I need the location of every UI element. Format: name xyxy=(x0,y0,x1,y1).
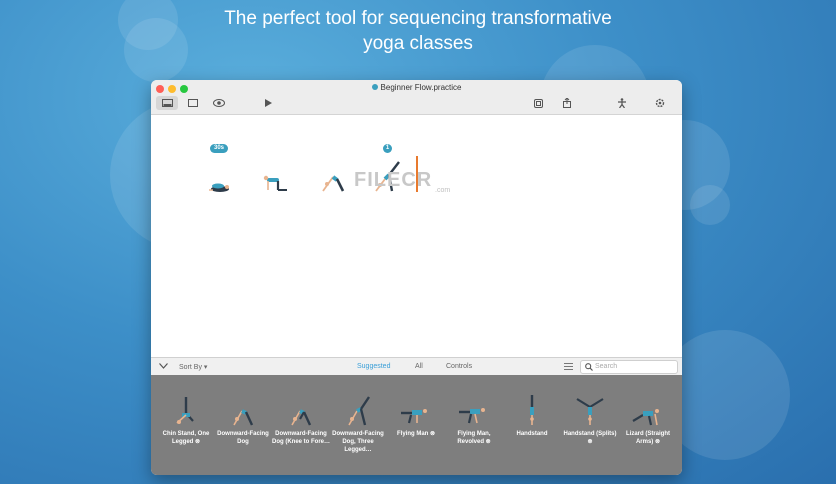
pose-label: Flying Man, Revolved ⊗ xyxy=(457,431,491,445)
pose-label: Flying Man ⊗ xyxy=(396,431,436,437)
library-pose-downward-dog[interactable]: Downward-Facing Dog xyxy=(214,375,272,475)
three-legged-dog-figure xyxy=(348,396,370,426)
pose-label: Downward-Facing Dog (Knee to Fore… xyxy=(272,431,330,445)
eye-icon xyxy=(213,99,225,107)
headline-line-2: yoga classes xyxy=(363,33,473,54)
handstand-figure xyxy=(530,395,534,425)
sequence-canvas[interactable]: 30s 1 FILECR .com xyxy=(151,115,682,357)
pose-label: Downward-Facing Dog, Three Legged… xyxy=(332,431,384,453)
preview-button[interactable] xyxy=(208,96,230,110)
library-pose-flying-man[interactable]: Flying Man ⊗ xyxy=(387,375,445,475)
headline: The perfect tool for sequencing transfor… xyxy=(0,6,836,56)
downward-dog-figure xyxy=(233,409,254,426)
search-placeholder: Search xyxy=(595,363,618,370)
search-field[interactable]: Search xyxy=(580,360,678,374)
chevron-down-icon[interactable] xyxy=(159,363,168,369)
list-view-icon[interactable] xyxy=(564,363,573,370)
library-pose-handstand[interactable]: Handstand xyxy=(503,375,561,475)
filter-bar: Sort By ▾ Suggested All Controls Search xyxy=(151,357,682,376)
share-button[interactable] xyxy=(556,96,578,110)
headline-line-1: The perfect tool for sequencing transfor… xyxy=(224,8,612,29)
export-icon xyxy=(533,98,543,108)
play-icon xyxy=(265,99,272,107)
tab-suggested[interactable]: Suggested xyxy=(357,363,390,370)
share-icon xyxy=(563,98,571,108)
flying-man-figure xyxy=(401,409,427,424)
square-icon xyxy=(188,99,198,107)
library-pose-three-legged-dog[interactable]: Downward-Facing Dog, Three Legged… xyxy=(329,375,387,475)
tabletop-pose-figure[interactable] xyxy=(261,173,291,193)
pose-label: Chin Stand, One Legged ⊗ xyxy=(162,431,210,445)
play-button[interactable] xyxy=(257,96,279,110)
settings-icon xyxy=(655,98,665,108)
library-pose-flying-man-revolved[interactable]: Flying Man, Revolved ⊗ xyxy=(445,375,503,475)
sidebar-icon xyxy=(161,99,173,107)
sidebar-toggle-button[interactable] xyxy=(156,96,178,110)
search-icon xyxy=(585,363,593,371)
single-view-button[interactable] xyxy=(182,96,204,110)
pose-label: Handstand (Splits) ⊗ xyxy=(563,431,617,445)
chin-stand-figure xyxy=(176,397,194,424)
duration-badge[interactable]: 30s xyxy=(210,144,228,153)
pose-label: Handstand xyxy=(516,431,548,437)
tab-all[interactable]: All xyxy=(415,363,423,370)
tab-controls[interactable]: Controls xyxy=(446,363,472,370)
lizard-figure xyxy=(632,409,659,426)
downward-dog-knee-figure xyxy=(291,409,312,426)
child-pose-figure[interactable] xyxy=(207,177,233,193)
watermark-suffix: .com xyxy=(435,187,451,194)
pose-library: Chin Stand, One Legged ⊗ Downward-Facing… xyxy=(151,375,682,475)
document-icon xyxy=(371,84,378,90)
downward-dog-pose-figure[interactable] xyxy=(319,169,347,193)
figure-icon xyxy=(618,98,626,108)
window-title-wrap: Beginner Flow.practice xyxy=(151,83,682,92)
window-title: Beginner Flow.practice xyxy=(380,83,462,92)
library-pose-handstand-splits[interactable]: Handstand (Splits) ⊗ xyxy=(561,375,619,475)
handstand-splits-figure xyxy=(576,398,604,425)
library-pose-lizard[interactable]: Lizard (Straight Arms) ⊗ xyxy=(619,375,677,475)
settings-button[interactable] xyxy=(649,96,671,110)
sort-by-dropdown[interactable]: Sort By ▾ xyxy=(179,363,207,371)
figure-button[interactable] xyxy=(611,96,633,110)
pose-label: Lizard (Straight Arms) ⊗ xyxy=(625,431,670,445)
pose-label: Downward-Facing Dog xyxy=(217,431,269,445)
flying-man-revolved-figure xyxy=(459,408,485,424)
export-button[interactable] xyxy=(527,96,549,110)
sort-by-label: Sort By xyxy=(179,364,202,371)
background-bubble xyxy=(690,185,730,225)
library-pose-downward-dog-knee[interactable]: Downward-Facing Dog (Knee to Fore… xyxy=(272,375,330,475)
title-bar: Beginner Flow.practice xyxy=(151,80,682,115)
app-window: Beginner Flow.practice 30s 1 FILECR .com… xyxy=(151,80,682,475)
count-badge[interactable]: 1 xyxy=(383,144,392,153)
watermark: FILECR xyxy=(354,169,433,191)
library-pose-chin-stand[interactable]: Chin Stand, One Legged ⊗ xyxy=(157,375,215,475)
